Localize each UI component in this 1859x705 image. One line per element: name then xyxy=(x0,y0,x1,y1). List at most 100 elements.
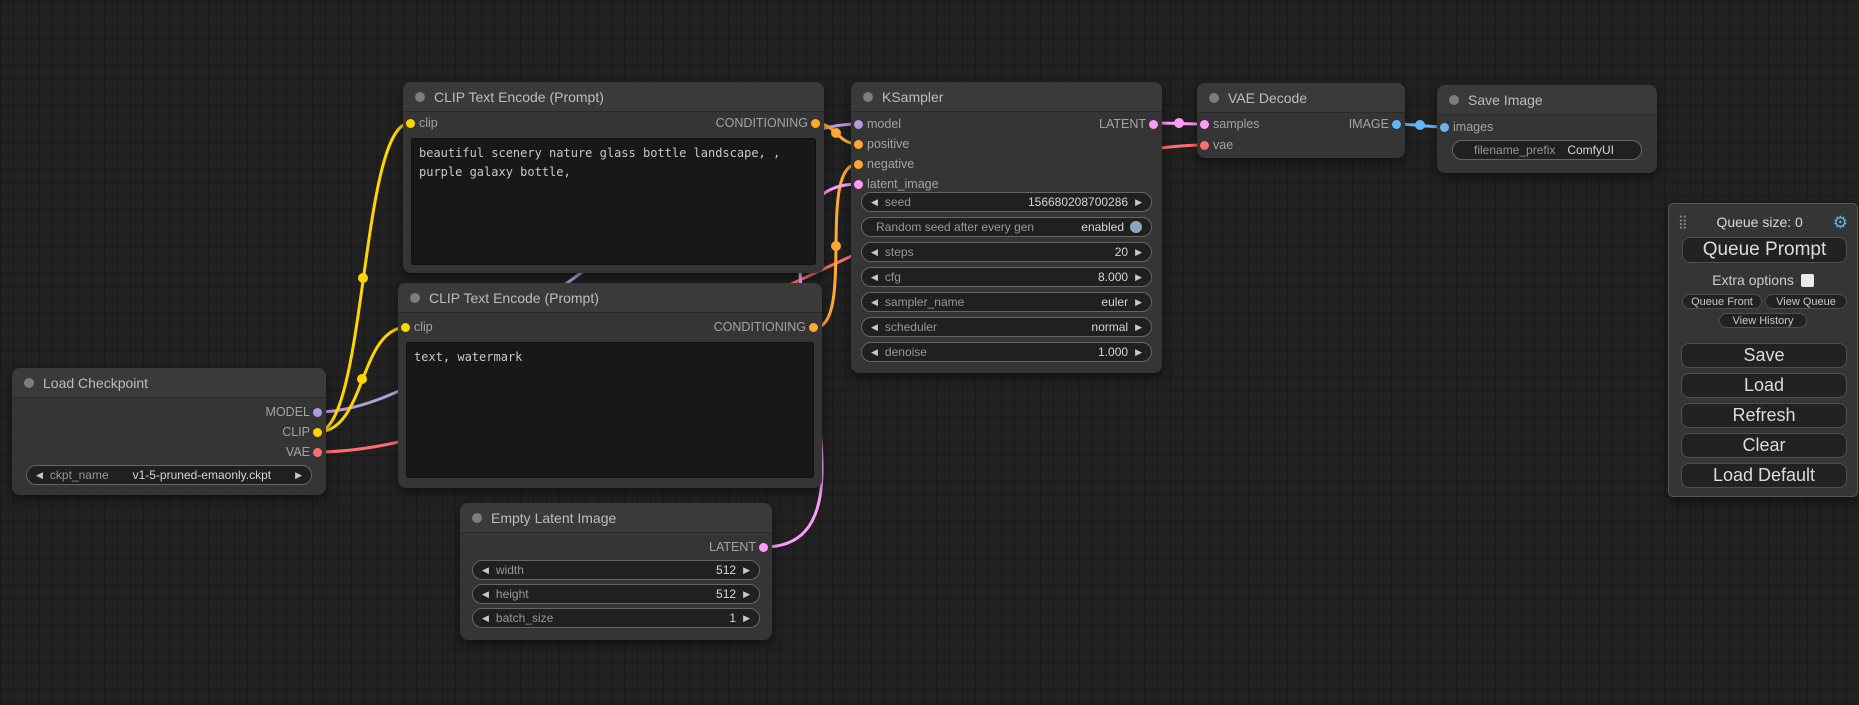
queue-front-button[interactable]: Queue Front xyxy=(1682,294,1762,309)
widget-value: 1 xyxy=(729,611,736,625)
node-titlebar[interactable]: VAE Decode xyxy=(1197,83,1405,113)
decrement-arrow-icon[interactable]: ◀ xyxy=(871,323,878,332)
output-label: CONDITIONING xyxy=(714,320,806,334)
node-titlebar[interactable]: CLIP Text Encode (Prompt) xyxy=(398,283,822,313)
drag-handle-icon[interactable]: ⣿ xyxy=(1678,214,1687,230)
collapse-dot[interactable] xyxy=(1209,93,1219,103)
latent-image-input-dot[interactable] xyxy=(854,180,863,189)
node-ksampler[interactable]: KSampler model LATENT positive negative … xyxy=(851,82,1162,373)
decrement-arrow-icon[interactable]: ◀ xyxy=(871,198,878,207)
node-load-checkpoint[interactable]: Load Checkpoint MODEL CLIP VAE ◀ ckpt_na… xyxy=(12,368,326,495)
refresh-button[interactable]: Refresh xyxy=(1681,403,1847,428)
filename-prefix-widget[interactable]: filename_prefix ComfyUI xyxy=(1452,140,1642,160)
conditioning-output-dot[interactable] xyxy=(809,323,818,332)
clip-output-dot[interactable] xyxy=(313,428,322,437)
widget-label: Random seed after every gen xyxy=(876,220,1034,234)
model-input-dot[interactable] xyxy=(854,120,863,129)
node-graph-canvas[interactable]: Load Checkpoint MODEL CLIP VAE ◀ ckpt_na… xyxy=(0,0,1859,705)
increment-arrow-icon[interactable]: ▶ xyxy=(1135,348,1142,357)
decrement-arrow-icon[interactable]: ◀ xyxy=(36,471,43,480)
increment-arrow-icon[interactable]: ▶ xyxy=(1135,248,1142,257)
load-button[interactable]: Load xyxy=(1681,373,1847,398)
widget-value: ComfyUI xyxy=(1567,143,1614,157)
vae-output-dot[interactable] xyxy=(313,448,322,457)
decrement-arrow-icon[interactable]: ◀ xyxy=(871,248,878,257)
node-clip-text-encode-positive[interactable]: CLIP Text Encode (Prompt) clip CONDITION… xyxy=(403,82,824,273)
extra-options-checkbox[interactable] xyxy=(1801,274,1814,287)
node-titlebar[interactable]: KSampler xyxy=(851,82,1162,112)
increment-arrow-icon[interactable]: ▶ xyxy=(743,566,750,575)
widget-label: ckpt_name xyxy=(50,468,109,482)
input-row-negative: negative xyxy=(851,154,914,174)
seed-widget[interactable]: ◀ seed 156680208700286 ▶ xyxy=(861,192,1152,212)
input-row-positive: positive xyxy=(851,134,909,154)
decrement-arrow-icon[interactable]: ◀ xyxy=(482,590,489,599)
collapse-dot[interactable] xyxy=(472,513,482,523)
steps-widget[interactable]: ◀ steps 20 ▶ xyxy=(861,242,1152,262)
positive-prompt-textarea[interactable]: beautiful scenery nature glass bottle la… xyxy=(411,138,816,265)
clip-input-dot[interactable] xyxy=(406,119,415,128)
load-default-button[interactable]: Load Default xyxy=(1681,463,1847,488)
conditioning-output-dot[interactable] xyxy=(811,119,820,128)
cfg-widget[interactable]: ◀ cfg 8.000 ▶ xyxy=(861,267,1152,287)
output-row-model: MODEL xyxy=(266,402,326,422)
image-output-dot[interactable] xyxy=(1392,120,1401,129)
increment-arrow-icon[interactable]: ▶ xyxy=(1135,298,1142,307)
node-vae-decode[interactable]: VAE Decode samples IMAGE vae xyxy=(1197,83,1405,158)
positive-input-dot[interactable] xyxy=(854,140,863,149)
node-titlebar[interactable]: Load Checkpoint xyxy=(12,368,326,398)
save-button[interactable]: Save xyxy=(1681,343,1847,368)
samples-input-dot[interactable] xyxy=(1200,120,1209,129)
node-title: Empty Latent Image xyxy=(491,510,616,526)
node-save-image[interactable]: Save Image images filename_prefix ComfyU… xyxy=(1437,85,1657,173)
scheduler-widget[interactable]: ◀ scheduler normal ▶ xyxy=(861,317,1152,337)
width-widget[interactable]: ◀ width 512 ▶ xyxy=(472,560,760,580)
node-titlebar[interactable]: CLIP Text Encode (Prompt) xyxy=(403,82,824,112)
queue-size-label: Queue size: 0 xyxy=(1687,214,1833,230)
collapse-dot[interactable] xyxy=(410,293,420,303)
decrement-arrow-icon[interactable]: ◀ xyxy=(871,348,878,357)
decrement-arrow-icon[interactable]: ◀ xyxy=(871,298,878,307)
view-history-button[interactable]: View History xyxy=(1719,313,1807,328)
node-titlebar[interactable]: Empty Latent Image xyxy=(460,503,772,533)
sampler-name-widget[interactable]: ◀ sampler_name euler ▶ xyxy=(861,292,1152,312)
output-row-conditioning: CONDITIONING xyxy=(716,113,824,133)
extra-options-row: Extra options xyxy=(1669,270,1857,290)
increment-arrow-icon[interactable]: ▶ xyxy=(743,614,750,623)
collapse-dot[interactable] xyxy=(415,92,425,102)
batch-size-widget[interactable]: ◀ batch_size 1 ▶ xyxy=(472,608,760,628)
node-titlebar[interactable]: Save Image xyxy=(1437,85,1657,115)
toggle-circle-icon[interactable] xyxy=(1130,221,1142,233)
collapse-dot[interactable] xyxy=(863,92,873,102)
negative-input-dot[interactable] xyxy=(854,160,863,169)
node-clip-text-encode-negative[interactable]: CLIP Text Encode (Prompt) clip CONDITION… xyxy=(398,283,822,488)
increment-arrow-icon[interactable]: ▶ xyxy=(295,471,302,480)
queue-prompt-button[interactable]: Queue Prompt xyxy=(1682,237,1847,263)
collapse-dot[interactable] xyxy=(24,378,34,388)
node-title: CLIP Text Encode (Prompt) xyxy=(434,89,604,105)
denoise-widget[interactable]: ◀ denoise 1.000 ▶ xyxy=(861,342,1152,362)
vae-input-dot[interactable] xyxy=(1200,141,1209,150)
decrement-arrow-icon[interactable]: ◀ xyxy=(482,614,489,623)
input-row-vae: vae xyxy=(1197,135,1233,155)
negative-prompt-textarea[interactable]: text, watermark xyxy=(406,342,814,478)
collapse-dot[interactable] xyxy=(1449,95,1459,105)
increment-arrow-icon[interactable]: ▶ xyxy=(1135,198,1142,207)
increment-arrow-icon[interactable]: ▶ xyxy=(1135,273,1142,282)
gear-icon[interactable]: ⚙ xyxy=(1833,214,1848,231)
increment-arrow-icon[interactable]: ▶ xyxy=(1135,323,1142,332)
decrement-arrow-icon[interactable]: ◀ xyxy=(871,273,878,282)
ckpt-name-widget[interactable]: ◀ ckpt_name v1-5-pruned-emaonly.ckpt ▶ xyxy=(26,465,312,485)
latent-output-dot[interactable] xyxy=(759,543,768,552)
view-queue-button[interactable]: View Queue xyxy=(1765,294,1847,309)
random-seed-toggle-widget[interactable]: Random seed after every gen enabled xyxy=(861,217,1152,237)
images-input-dot[interactable] xyxy=(1440,123,1449,132)
decrement-arrow-icon[interactable]: ◀ xyxy=(482,566,489,575)
increment-arrow-icon[interactable]: ▶ xyxy=(743,590,750,599)
node-empty-latent-image[interactable]: Empty Latent Image LATENT ◀ width 512 ▶ … xyxy=(460,503,772,640)
clip-input-dot[interactable] xyxy=(401,323,410,332)
height-widget[interactable]: ◀ height 512 ▶ xyxy=(472,584,760,604)
latent-output-dot[interactable] xyxy=(1149,120,1158,129)
model-output-dot[interactable] xyxy=(313,408,322,417)
clear-button[interactable]: Clear xyxy=(1681,433,1847,458)
